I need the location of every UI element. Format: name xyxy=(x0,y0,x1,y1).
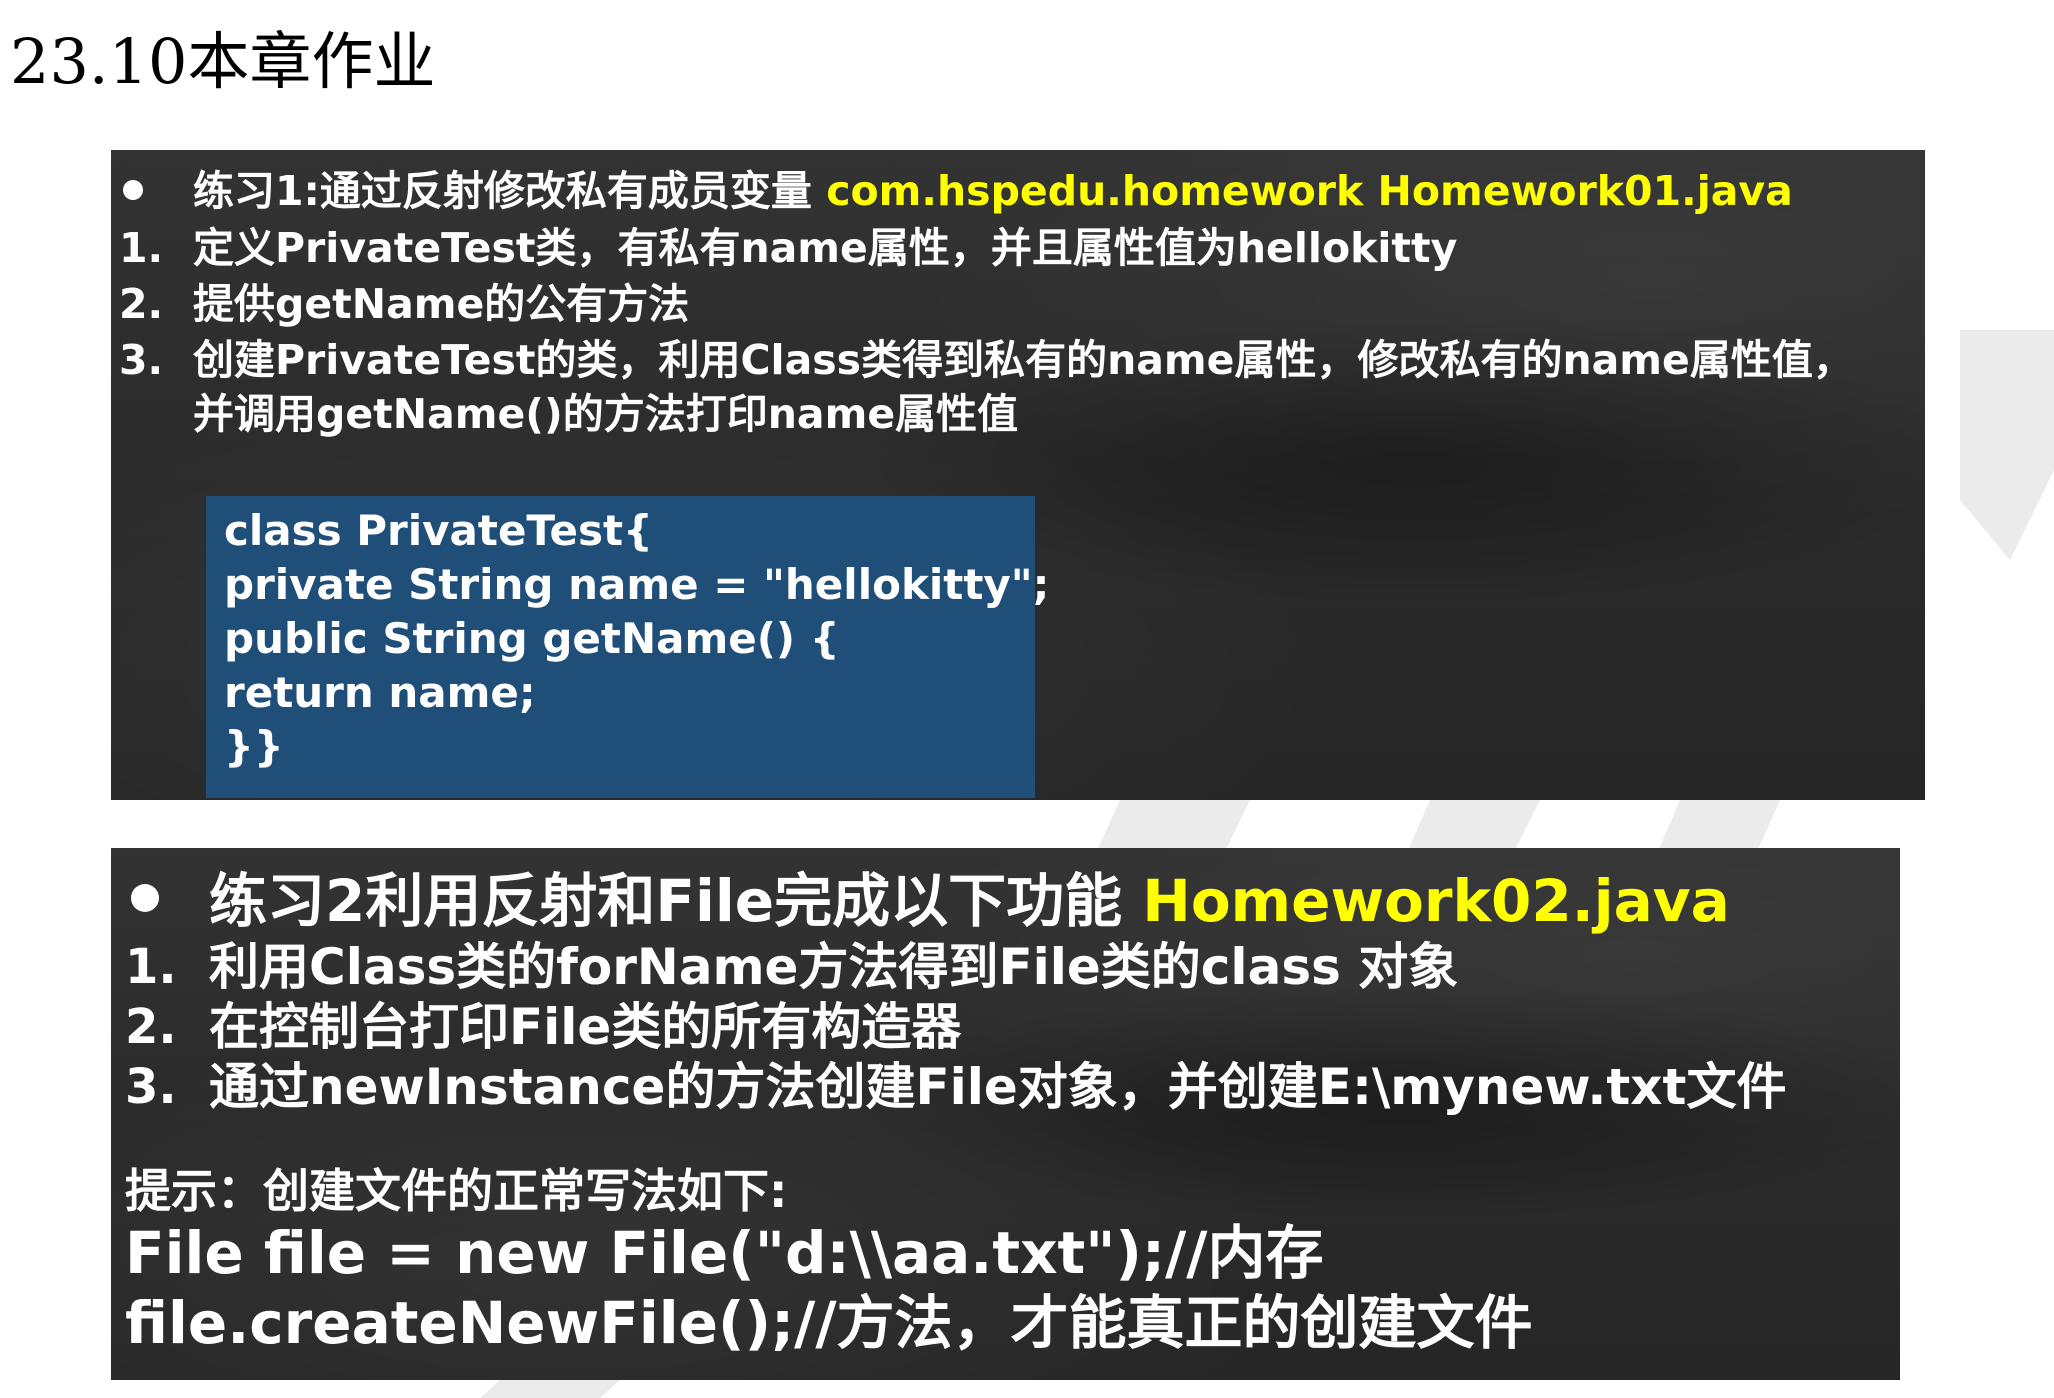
exercise-2-item-3: 通过newInstance的方法创建File对象，并创建E:\mynew.txt… xyxy=(209,1058,1787,1116)
exercise-2-item-3-number: 3. xyxy=(125,1059,177,1115)
exercise-2-item-1: 利用Class类的forName方法得到File类的class 对象 xyxy=(209,938,1459,996)
exercise-1-board: 练习1:通过反射修改私有成员变量 com.hspedu.homework Hom… xyxy=(111,150,1925,800)
code-line: private String name = "hellokitty"; xyxy=(224,560,1050,609)
code-line: return name; xyxy=(224,668,536,717)
code-line: public String getName() { xyxy=(224,614,840,663)
exercise-1-item-2: 提供getName的公有方法 xyxy=(193,280,690,328)
exercise-2-item-2: 在控制台打印File类的所有构造器 xyxy=(209,998,962,1056)
exercise-1-item-3: 创建PrivateTest的类，利用Class类得到私有的name属性，修改私有… xyxy=(193,336,1854,384)
exercise-1-heading: 练习1:通过反射修改私有成员变量 com.hspedu.homework Hom… xyxy=(193,165,1793,217)
bullet-icon xyxy=(131,884,159,912)
exercise-2-item-2-number: 2. xyxy=(125,999,177,1055)
exercise-2-item-1-number: 1. xyxy=(125,939,177,995)
page-title: 23.10本章作业 xyxy=(10,25,436,98)
code-snippet-box: class PrivateTest{ private String name =… xyxy=(206,496,1049,798)
code-line: File file = new File("d:\\aa.txt");//内存 xyxy=(125,1219,1324,1287)
exercise-1-item-3-continued: 并调用getName()的方法打印name属性值 xyxy=(193,390,1019,438)
exercise-1-item-3-number: 3. xyxy=(119,336,164,384)
hint-text: 提示：创建文件的正常写法如下: xyxy=(125,1164,788,1218)
exercise-1-item-1-number: 1. xyxy=(119,224,164,272)
exercise-1-heading-text: 练习1:通过反射修改私有成员变量 xyxy=(193,167,827,215)
exercise-1-item-1: 定义PrivateTest类，有私有name属性，并且属性值为hellokitt… xyxy=(193,224,1458,272)
exercise-2-board: 练习2利用反射和File完成以下功能 Homework02.java 1. 利用… xyxy=(111,848,1900,1380)
code-line: }} xyxy=(224,722,284,771)
exercise-1-heading-path: com.hspedu.homework Homework01.java xyxy=(826,167,1793,215)
exercise-1-item-2-number: 2. xyxy=(119,280,164,328)
bullet-icon xyxy=(123,180,143,200)
exercise-2-heading-file: Homework02.java xyxy=(1142,867,1730,935)
code-line: class PrivateTest{ xyxy=(224,506,653,555)
code-line: file.createNewFile();//方法，才能真正的创建文件 xyxy=(125,1289,1533,1357)
exercise-2-heading-text: 练习2利用反射和File完成以下功能 xyxy=(209,867,1143,935)
exercise-2-heading: 练习2利用反射和File完成以下功能 Homework02.java xyxy=(209,866,1730,936)
